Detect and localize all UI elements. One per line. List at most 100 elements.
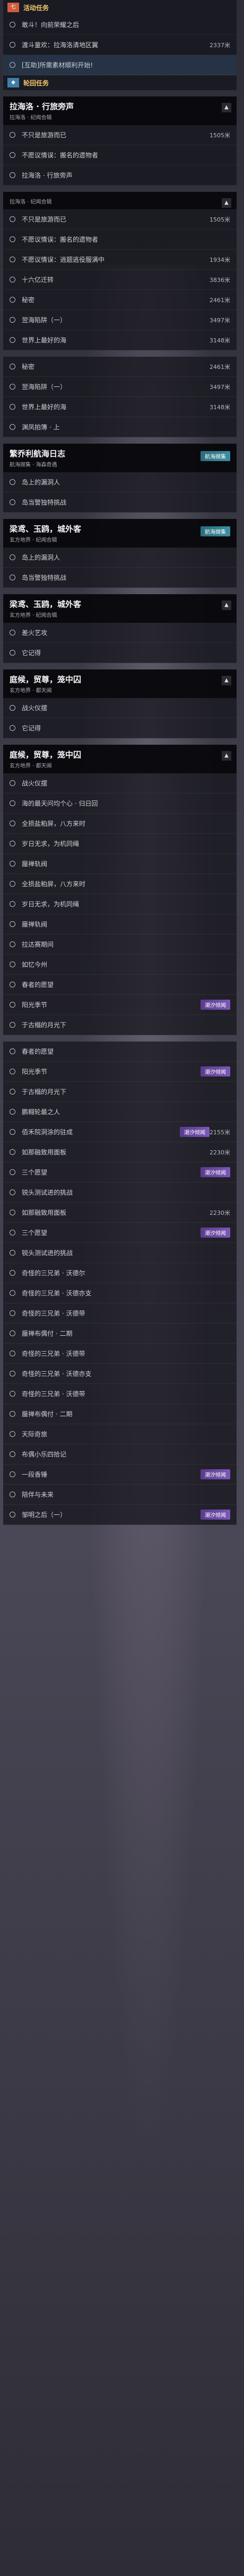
quest-name: 岁日无求，为机同绳: [22, 840, 80, 848]
quest-item[interactable]: 蜃禅布偶付 · 二期: [3, 1324, 237, 1344]
quest-item[interactable]: 十六亿迁转 3836米: [3, 270, 237, 290]
quest-name: 一段香锤: [22, 1471, 48, 1478]
quest-marker-icon: [10, 152, 15, 158]
quest-distance: 3497米: [210, 383, 230, 391]
quest-item[interactable]: 不愿议情误：搬名的遗物者: [3, 230, 237, 250]
chevron-up-icon[interactable]: ▲: [222, 103, 231, 112]
quest-item[interactable]: 战火仪摆: [3, 773, 237, 793]
quest-item[interactable]: 天际奇旅: [3, 1424, 237, 1444]
quest-item[interactable]: 阳光季节 潮汐倾闻: [3, 1062, 237, 1082]
quest-item[interactable]: 全损盐粕屏，八方来时: [3, 874, 237, 894]
quest-item[interactable]: 岛当警独特挑战: [3, 568, 237, 588]
quest-item[interactable]: 一段香锤 潮汐倾闻: [3, 1465, 237, 1485]
quest-item[interactable]: 奇怪的三兄弟 · 沃德尔: [3, 1263, 237, 1283]
quest-group-header[interactable]: 梁鸢、玉鸥，城外客 玄方地界 · 纪闻合辑 航海撷集: [3, 519, 237, 548]
chevron-up-icon[interactable]: ▲: [222, 751, 231, 761]
quest-item[interactable]: 不只是旅游而已 1505米: [3, 125, 237, 145]
quest-group-header[interactable]: 庭候，贸尊，笼中囚 玄方地界 · 都天闽 ▲: [3, 745, 237, 773]
quest-marker-icon: [10, 1169, 15, 1175]
quest-item[interactable]: 秘密 2461米: [3, 357, 237, 377]
quest-name: 差火艺攻: [22, 629, 48, 637]
quest-item[interactable]: 布偶小乐四拾记: [3, 1444, 237, 1465]
quest-item[interactable]: 它记得: [3, 718, 237, 738]
quest-item[interactable]: 佰禾院洞涂的驻成 潮汐倾闻 2155米: [3, 1122, 237, 1142]
quest-item[interactable]: 渊凤拍簿 · 上: [3, 417, 237, 437]
quest-item[interactable]: 岁日无求，为机同绳: [3, 894, 237, 914]
quest-item[interactable]: 世界上最好的海 3148米: [3, 330, 237, 350]
quest-item[interactable]: 岁日无求，为机同绳: [3, 834, 237, 854]
quest-name: 蜃禅布偶付 · 二期: [22, 1330, 73, 1337]
quest-tag-badge: 潮汐倾闻: [201, 1000, 230, 1010]
chevron-up-icon[interactable]: ▲: [222, 676, 231, 685]
quest-item[interactable]: 于古榻的月光下: [3, 1082, 237, 1102]
quest-item[interactable]: 岛上的漏洞人: [3, 548, 237, 568]
quest-name: 阳光季节: [22, 1001, 48, 1009]
quest-group-header[interactable]: 拉海洛 · 行旅旁声 拉海洛 · 纪闻合辑 ▲: [3, 96, 237, 125]
quest-item[interactable]: 锐头测试进的挑战: [3, 1243, 237, 1263]
quest-panel: 秘密 2461米 翌海陷阱（一） 3497米 世界上最好的海 3148米 渊凤拍簿 · 上: [3, 357, 237, 437]
quest-name: 春者的愿望: [22, 981, 54, 989]
quest-marker-icon: [10, 236, 15, 242]
quest-item[interactable]: 三个愿望 潮汐倾闻: [3, 1162, 237, 1183]
quest-group-header[interactable]: 梁鸢、玉鸥，城外客 玄方地界 · 纪闻合辑 ▲: [3, 594, 237, 623]
quest-item[interactable]: 翌海陷阱（一） 3497米: [3, 310, 237, 330]
quest-item[interactable]: 奇怪的三兄弟 · 沃德亦支: [3, 1364, 237, 1384]
quest-name: 不愿议情误：逍题逃役服满中: [22, 256, 105, 263]
quest-item[interactable]: 渡斗童欢：拉海洛清地区翼 2337米: [3, 35, 237, 55]
side-category-header[interactable]: ◆ 轮回任务: [3, 75, 237, 90]
chevron-up-icon[interactable]: ▲: [222, 601, 231, 610]
quest-item[interactable]: 它记得: [3, 643, 237, 663]
chevron-up-icon[interactable]: ▲: [222, 198, 231, 208]
quest-item[interactable]: 锐头测试进的挑战: [3, 1183, 237, 1203]
quest-item[interactable]: 岛上的漏洞人: [3, 472, 237, 492]
quest-item[interactable]: 海的最天问均个心 · 归日回: [3, 793, 237, 814]
quest-group-header[interactable]: 拉海洛 · 纪闻合辑 ▲: [3, 192, 237, 209]
quest-item[interactable]: [互助]所需素材顺利开始!: [3, 55, 237, 75]
quest-item[interactable]: 不只是旅游而已 1505米: [3, 209, 237, 230]
quest-panel: 拉海洛 · 纪闻合辑 ▲ 不只是旅游而已 1505米 不愿议情误：搬名的遗物者 不愿议情误…: [3, 192, 237, 350]
quest-item[interactable]: 如那融致用面板 2230米: [3, 1142, 237, 1162]
quest-item[interactable]: 陪伴与未来: [3, 1485, 237, 1505]
quest-item[interactable]: 秘密 2461米: [3, 290, 237, 310]
quest-group-subtitle: 玄方地界 · 都天闽: [10, 688, 52, 694]
quest-item[interactable]: 不愿议情误：逍题逃役服满中 1934米: [3, 250, 237, 270]
quest-item[interactable]: 奇怪的三兄弟 · 沃德带: [3, 1344, 237, 1364]
quest-item[interactable]: 奇怪的三兄弟 · 沃德带: [3, 1303, 237, 1324]
quest-marker-icon: [10, 317, 15, 323]
quest-tag-badge: 潮汐倾闻: [201, 1510, 230, 1520]
quest-marker-icon: [10, 1310, 15, 1316]
quest-item[interactable]: 差火艺攻: [3, 623, 237, 643]
quest-name: 如忆今州: [22, 961, 48, 968]
quest-item[interactable]: 岛当警独特挑战: [3, 492, 237, 513]
quest-item[interactable]: 蜃禅轨阀: [3, 914, 237, 934]
quest-item[interactable]: 如忆今州: [3, 955, 237, 975]
quest-marker-icon: [10, 1250, 15, 1256]
quest-distance: 1934米: [210, 256, 230, 263]
event-category-header[interactable]: 七活动任务: [3, 0, 237, 15]
quest-item[interactable]: 鹏翱轮最之人: [3, 1102, 237, 1122]
quest-item[interactable]: 奇怪的三兄弟 · 沃德亦支: [3, 1283, 237, 1303]
quest-item[interactable]: 蜃禅布偶付 · 二期: [3, 1404, 237, 1424]
quest-item[interactable]: 阳光季节 潮汐倾闻: [3, 995, 237, 1015]
quest-marker-icon: [10, 1210, 15, 1215]
quest-item[interactable]: 于古榻的月光下: [3, 1015, 237, 1035]
quest-item[interactable]: 蜃禅轨阀: [3, 854, 237, 874]
quest-distance: 3148米: [210, 403, 230, 411]
quest-item[interactable]: 春者的愿望: [3, 1042, 237, 1062]
quest-item[interactable]: 三个愿望 潮汐倾闻: [3, 1223, 237, 1243]
quest-item[interactable]: 世界上最好的海 3148米: [3, 397, 237, 417]
quest-item[interactable]: 战火仪摆: [3, 698, 237, 718]
quest-group-header[interactable]: 繁乔利航海日志 航海撷集 · 海森奇遇 航海撷集: [3, 444, 237, 472]
quest-item[interactable]: 邹明之后（一） 潮汐倾闻: [3, 1505, 237, 1525]
quest-item[interactable]: 奇怪的三兄弟 · 沃德带: [3, 1384, 237, 1404]
quest-item[interactable]: 不愿议情误：搬名的遗物者: [3, 145, 237, 165]
quest-tag-badge: 潮汐倾闻: [201, 1469, 230, 1479]
quest-item[interactable]: 拉达赛期间: [3, 934, 237, 955]
quest-group-header[interactable]: 庭候，贸尊，笼中囚 玄方地界 · 都天闽 ▲: [3, 669, 237, 698]
quest-item[interactable]: 拉海洛 · 行旅旁声: [3, 165, 237, 186]
quest-item[interactable]: 春者的愿望: [3, 975, 237, 995]
quest-item[interactable]: 如那融致用面板 2230米: [3, 1203, 237, 1223]
quest-item[interactable]: 敢斗！向前荣耀之后: [3, 15, 237, 35]
quest-item[interactable]: 翌海陷阱（一） 3497米: [3, 377, 237, 397]
quest-item[interactable]: 全损盐粕屏，八方来时: [3, 814, 237, 834]
